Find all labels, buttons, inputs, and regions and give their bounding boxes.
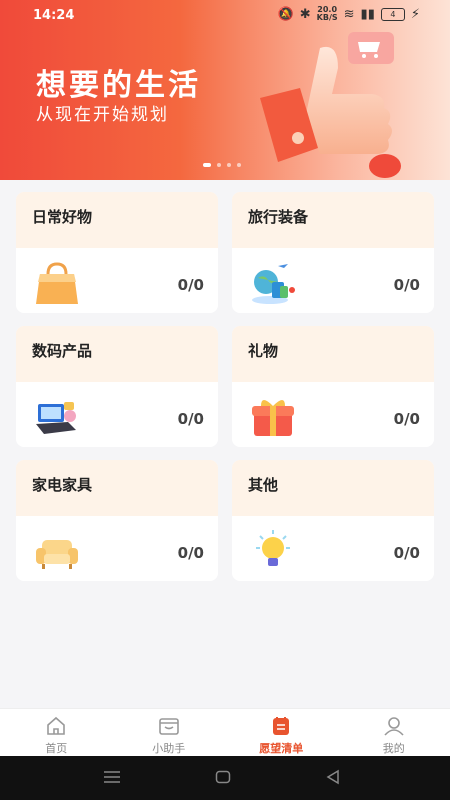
lightbulb-icon (256, 530, 290, 566)
tab-label: 愿望清单 (259, 742, 304, 755)
wifi-icon: ≋ (343, 6, 355, 22)
category-card-gifts[interactable]: 礼物 0/0 (232, 326, 434, 447)
laptop-icon (36, 402, 76, 434)
tab-label: 我的 (382, 742, 405, 755)
bottom-tab-bar: 首页 小助手 愿望清单 我的 (0, 708, 450, 757)
carousel-dot (203, 163, 211, 167)
travel-globe-icon (252, 264, 295, 304)
bluetooth-icon: ✱ (299, 6, 311, 22)
category-name: 旅行装备 (232, 192, 434, 248)
thumbs-up-illustration (260, 32, 401, 178)
signal-icon: ▮▮ (360, 6, 375, 22)
tab-label: 首页 (45, 742, 68, 755)
carousel-dot (227, 163, 231, 167)
category-name: 其他 (232, 460, 434, 516)
category-name: 日常好物 (16, 192, 218, 248)
category-count: 0/0 (177, 276, 204, 294)
category-count: 0/0 (177, 544, 204, 562)
shopping-bag-icon (36, 262, 78, 304)
category-name: 家电家具 (16, 460, 218, 516)
category-count: 0/0 (393, 276, 420, 294)
category-card-appliances-furniture[interactable]: 家电家具 0/0 (16, 460, 218, 581)
category-name: 礼物 (232, 326, 434, 382)
battery-icon: 4 (380, 7, 405, 21)
back-icon[interactable] (325, 769, 341, 785)
status-time: 14:24 (33, 8, 75, 23)
system-nav-bar (0, 756, 450, 800)
net-unit: KB/S (316, 13, 338, 22)
category-name: 数码产品 (16, 326, 218, 382)
home-icon (47, 716, 66, 735)
banner-subtitle: 从现在开始规划 (36, 105, 169, 125)
carousel-dot (237, 163, 241, 167)
tab-assistant[interactable]: 小助手 (113, 709, 226, 757)
charging-icon: ⚡ (410, 6, 420, 22)
category-count: 0/0 (393, 410, 420, 428)
home-button-icon[interactable] (215, 770, 231, 784)
tab-wishlist[interactable]: 愿望清单 (225, 709, 338, 757)
category-card-daily-goods[interactable]: 日常好物 0/0 (16, 192, 218, 313)
banner-title: 想要的生活 (36, 68, 201, 103)
tab-home[interactable]: 首页 (0, 709, 113, 757)
status-bar: 14:24 🔕 ✱ 20.0 KB/S ≋ ▮▮ 4 ⚡ (0, 0, 450, 32)
menu-icon[interactable] (103, 770, 121, 784)
wishlist-icon (273, 717, 290, 735)
profile-icon (384, 717, 404, 736)
banner[interactable]: 14:24 🔕 ✱ 20.0 KB/S ≋ ▮▮ 4 ⚡ 想要的生活 从现在开始… (0, 0, 450, 180)
tab-label: 小助手 (152, 742, 186, 755)
sofa-icon (36, 540, 78, 569)
carousel-indicator (203, 163, 241, 167)
assistant-icon (158, 718, 179, 735)
category-count: 0/0 (177, 410, 204, 428)
category-count: 0/0 (393, 544, 420, 562)
category-card-travel-gear[interactable]: 旅行装备 0/0 (232, 192, 434, 313)
tab-profile[interactable]: 我的 (338, 709, 450, 757)
carousel-dot (217, 163, 221, 167)
category-card-digital-products[interactable]: 数码产品 0/0 (16, 326, 218, 447)
mute-icon: 🔕 (277, 6, 294, 22)
category-card-others[interactable]: 其他 0/0 (232, 460, 434, 581)
gift-box-icon (252, 400, 294, 436)
